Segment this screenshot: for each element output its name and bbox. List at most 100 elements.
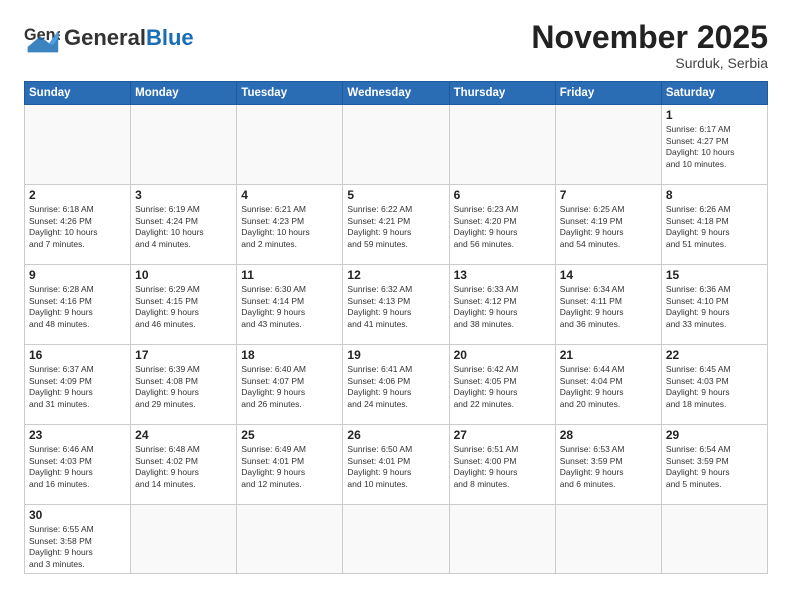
day-info: Sunrise: 6:28 AM Sunset: 4:16 PM Dayligh… xyxy=(29,284,126,330)
day-info: Sunrise: 6:33 AM Sunset: 4:12 PM Dayligh… xyxy=(454,284,551,330)
weekday-header-row: SundayMondayTuesdayWednesdayThursdayFrid… xyxy=(25,82,768,105)
day-info: Sunrise: 6:19 AM Sunset: 4:24 PM Dayligh… xyxy=(135,204,232,250)
weekday-header-sunday: Sunday xyxy=(25,82,131,105)
day-number: 17 xyxy=(135,348,232,362)
calendar-cell: 11Sunrise: 6:30 AM Sunset: 4:14 PM Dayli… xyxy=(237,265,343,345)
calendar-cell xyxy=(449,505,555,574)
calendar-cell: 17 Sunrise: 6:39 AM Sunset: 4:08 PM Dayli… xyxy=(131,345,237,425)
day-number: 5 xyxy=(347,188,444,202)
calendar-cell xyxy=(25,105,131,185)
calendar-title: November 2025 xyxy=(531,20,768,55)
calendar-cell: 22Sunrise: 6:45 AM Sunset: 4:03 PM Dayli… xyxy=(661,345,767,425)
day-info: Sunrise: 6:30 AM Sunset: 4:14 PM Dayligh… xyxy=(241,284,338,330)
calendar-cell: 29Sunrise: 6:54 AM Sunset: 3:59 PM Dayli… xyxy=(661,425,767,505)
day-info: Sunrise: 6:17 AM Sunset: 4:27 PM Dayligh… xyxy=(666,124,763,170)
calendar-cell: 7 Sunrise: 6:25 AM Sunset: 4:19 PM Daylig… xyxy=(555,185,661,265)
day-number: 30 xyxy=(29,508,126,522)
day-info: Sunrise: 6:25 AM Sunset: 4:19 PM Dayligh… xyxy=(560,204,657,250)
day-number: 6 xyxy=(454,188,551,202)
calendar-cell: 9 Sunrise: 6:28 AM Sunset: 4:16 PM Daylig… xyxy=(25,265,131,345)
calendar-week-row: 2Sunrise: 6:18 AM Sunset: 4:26 PM Daylig… xyxy=(25,185,768,265)
day-number: 21 xyxy=(560,348,657,362)
day-info: Sunrise: 6:55 AM Sunset: 3:58 PM Dayligh… xyxy=(29,524,126,570)
calendar-cell: 1 Sunrise: 6:17 AM Sunset: 4:27 PM Daylig… xyxy=(661,105,767,185)
calendar-week-row: 30 Sunrise: 6:55 AM Sunset: 3:58 PM Dayli… xyxy=(25,505,768,574)
calendar-cell: 5 Sunrise: 6:22 AM Sunset: 4:21 PM Daylig… xyxy=(343,185,449,265)
calendar-cell: 30 Sunrise: 6:55 AM Sunset: 3:58 PM Dayli… xyxy=(25,505,131,574)
calendar-cell xyxy=(131,105,237,185)
day-number: 20 xyxy=(454,348,551,362)
calendar-week-row: 16 Sunrise: 6:37 AM Sunset: 4:09 PM Dayli… xyxy=(25,345,768,425)
day-info: Sunrise: 6:39 AM Sunset: 4:08 PM Dayligh… xyxy=(135,364,232,410)
calendar-week-row: 1 Sunrise: 6:17 AM Sunset: 4:27 PM Daylig… xyxy=(25,105,768,185)
calendar-cell: 24Sunrise: 6:48 AM Sunset: 4:02 PM Dayli… xyxy=(131,425,237,505)
page: General GeneralBlue November 2025 Surduk… xyxy=(0,0,792,612)
calendar-cell: 21 Sunrise: 6:44 AM Sunset: 4:04 PM Dayli… xyxy=(555,345,661,425)
weekday-header-tuesday: Tuesday xyxy=(237,82,343,105)
calendar-subtitle: Surduk, Serbia xyxy=(531,55,768,71)
day-number: 9 xyxy=(29,268,126,282)
day-info: Sunrise: 6:45 AM Sunset: 4:03 PM Dayligh… xyxy=(666,364,763,410)
day-number: 27 xyxy=(454,428,551,442)
calendar-cell: 8Sunrise: 6:26 AM Sunset: 4:18 PM Daylig… xyxy=(661,185,767,265)
day-info: Sunrise: 6:26 AM Sunset: 4:18 PM Dayligh… xyxy=(666,204,763,250)
day-info: Sunrise: 6:40 AM Sunset: 4:07 PM Dayligh… xyxy=(241,364,338,410)
day-info: Sunrise: 6:21 AM Sunset: 4:23 PM Dayligh… xyxy=(241,204,338,250)
calendar-cell xyxy=(555,105,661,185)
calendar-cell xyxy=(343,505,449,574)
calendar-cell: 25Sunrise: 6:49 AM Sunset: 4:01 PM Dayli… xyxy=(237,425,343,505)
day-info: Sunrise: 6:32 AM Sunset: 4:13 PM Dayligh… xyxy=(347,284,444,330)
calendar-cell: 10 Sunrise: 6:29 AM Sunset: 4:15 PM Dayli… xyxy=(131,265,237,345)
day-info: Sunrise: 6:36 AM Sunset: 4:10 PM Dayligh… xyxy=(666,284,763,330)
day-number: 29 xyxy=(666,428,763,442)
day-number: 2 xyxy=(29,188,126,202)
day-number: 14 xyxy=(560,268,657,282)
day-number: 1 xyxy=(666,108,763,122)
day-info: Sunrise: 6:44 AM Sunset: 4:04 PM Dayligh… xyxy=(560,364,657,410)
day-number: 25 xyxy=(241,428,338,442)
calendar-cell: 4 Sunrise: 6:21 AM Sunset: 4:23 PM Daylig… xyxy=(237,185,343,265)
calendar-cell: 18Sunrise: 6:40 AM Sunset: 4:07 PM Dayli… xyxy=(237,345,343,425)
day-info: Sunrise: 6:53 AM Sunset: 3:59 PM Dayligh… xyxy=(560,444,657,490)
calendar-cell: 20 Sunrise: 6:42 AM Sunset: 4:05 PM Dayli… xyxy=(449,345,555,425)
calendar-cell xyxy=(555,505,661,574)
calendar-cell: 6 Sunrise: 6:23 AM Sunset: 4:20 PM Daylig… xyxy=(449,185,555,265)
day-info: Sunrise: 6:22 AM Sunset: 4:21 PM Dayligh… xyxy=(347,204,444,250)
weekday-header-friday: Friday xyxy=(555,82,661,105)
day-number: 10 xyxy=(135,268,232,282)
day-number: 23 xyxy=(29,428,126,442)
logo: General GeneralBlue xyxy=(24,20,194,56)
calendar-cell: 16 Sunrise: 6:37 AM Sunset: 4:09 PM Dayli… xyxy=(25,345,131,425)
calendar-cell: 13 Sunrise: 6:33 AM Sunset: 4:12 PM Dayli… xyxy=(449,265,555,345)
day-number: 4 xyxy=(241,188,338,202)
calendar-cell: 27 Sunrise: 6:51 AM Sunset: 4:00 PM Dayli… xyxy=(449,425,555,505)
day-info: Sunrise: 6:42 AM Sunset: 4:05 PM Dayligh… xyxy=(454,364,551,410)
calendar-cell: 28 Sunrise: 6:53 AM Sunset: 3:59 PM Dayli… xyxy=(555,425,661,505)
calendar-cell: 14 Sunrise: 6:34 AM Sunset: 4:11 PM Dayli… xyxy=(555,265,661,345)
day-number: 7 xyxy=(560,188,657,202)
generalblue-logo-icon: General xyxy=(24,20,60,56)
weekday-header-saturday: Saturday xyxy=(661,82,767,105)
day-info: Sunrise: 6:37 AM Sunset: 4:09 PM Dayligh… xyxy=(29,364,126,410)
calendar-cell xyxy=(449,105,555,185)
day-info: Sunrise: 6:51 AM Sunset: 4:00 PM Dayligh… xyxy=(454,444,551,490)
day-info: Sunrise: 6:23 AM Sunset: 4:20 PM Dayligh… xyxy=(454,204,551,250)
calendar-cell: 2Sunrise: 6:18 AM Sunset: 4:26 PM Daylig… xyxy=(25,185,131,265)
day-number: 28 xyxy=(560,428,657,442)
day-number: 13 xyxy=(454,268,551,282)
calendar-cell xyxy=(237,105,343,185)
day-number: 16 xyxy=(29,348,126,362)
day-info: Sunrise: 6:34 AM Sunset: 4:11 PM Dayligh… xyxy=(560,284,657,330)
title-block: November 2025 Surduk, Serbia xyxy=(531,20,768,71)
day-info: Sunrise: 6:48 AM Sunset: 4:02 PM Dayligh… xyxy=(135,444,232,490)
calendar-cell: 23Sunrise: 6:46 AM Sunset: 4:03 PM Dayli… xyxy=(25,425,131,505)
calendar-cell: 19Sunrise: 6:41 AM Sunset: 4:06 PM Dayli… xyxy=(343,345,449,425)
day-info: Sunrise: 6:29 AM Sunset: 4:15 PM Dayligh… xyxy=(135,284,232,330)
calendar-week-row: 9 Sunrise: 6:28 AM Sunset: 4:16 PM Daylig… xyxy=(25,265,768,345)
day-number: 12 xyxy=(347,268,444,282)
day-number: 26 xyxy=(347,428,444,442)
calendar-cell xyxy=(237,505,343,574)
calendar-week-row: 23Sunrise: 6:46 AM Sunset: 4:03 PM Dayli… xyxy=(25,425,768,505)
logo-text: GeneralBlue xyxy=(64,27,194,49)
weekday-header-thursday: Thursday xyxy=(449,82,555,105)
